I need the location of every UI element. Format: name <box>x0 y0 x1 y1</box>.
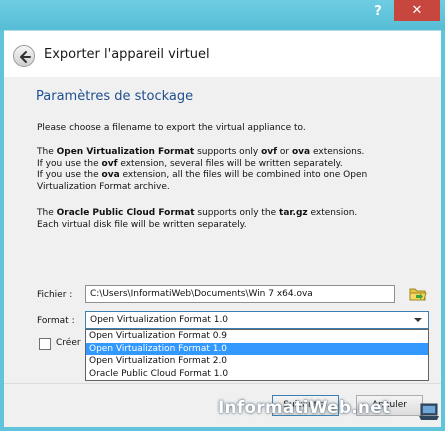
back-button[interactable] <box>13 45 35 67</box>
window-titlebar: ? ✕ <box>0 0 445 30</box>
laptop-icon <box>419 403 439 420</box>
format-select[interactable]: Open Virtualization Format 1.0 <box>85 311 429 329</box>
format-label: Format : <box>37 316 75 326</box>
watermark-logo: InformatiWeb.net <box>218 398 391 418</box>
browse-folder-button[interactable] <box>408 284 428 304</box>
wizard-header: Exporter l'appareil virtuel <box>4 31 441 77</box>
wizard-window: Exporter l'appareil virtuel Paramètres d… <box>4 30 441 427</box>
footer-divider <box>4 383 441 384</box>
format-option[interactable]: Open Virtualization Format 2.0 <box>86 355 428 368</box>
chevron-down-icon <box>414 318 422 322</box>
section-title: Paramètres de stockage <box>36 89 194 104</box>
format-option[interactable]: Open Virtualization Format 1.0 <box>86 342 428 355</box>
close-button[interactable]: ✕ <box>394 0 440 21</box>
ovf-description: The Open Virtualization Format supports … <box>37 147 368 192</box>
arrow-left-icon <box>20 51 31 63</box>
format-option[interactable]: Open Virtualization Format 0.9 <box>86 330 428 343</box>
create-checkbox-label: Créer <box>56 338 81 348</box>
page-title: Exporter l'appareil virtuel <box>44 47 210 62</box>
help-button[interactable]: ? <box>368 3 388 21</box>
format-selected-value: Open Virtualization Format 1.0 <box>90 315 229 325</box>
file-path-input[interactable]: C:\Users\InformatiWeb\Documents\Win 7 x6… <box>85 285 395 303</box>
create-checkbox[interactable] <box>39 338 51 350</box>
format-dropdown-list: Open Virtualization Format 0.9 Open Virt… <box>85 329 429 381</box>
opc-description: The Oracle Public Cloud Format supports … <box>37 208 358 230</box>
folder-icon <box>409 288 427 301</box>
intro-text: Please choose a filename to export the v… <box>37 123 306 133</box>
file-label: Fichier : <box>37 290 73 300</box>
format-option[interactable]: Oracle Public Cloud Format 1.0 <box>86 368 428 381</box>
storage-settings-section: Paramètres de stockage Please choose a f… <box>24 77 432 381</box>
